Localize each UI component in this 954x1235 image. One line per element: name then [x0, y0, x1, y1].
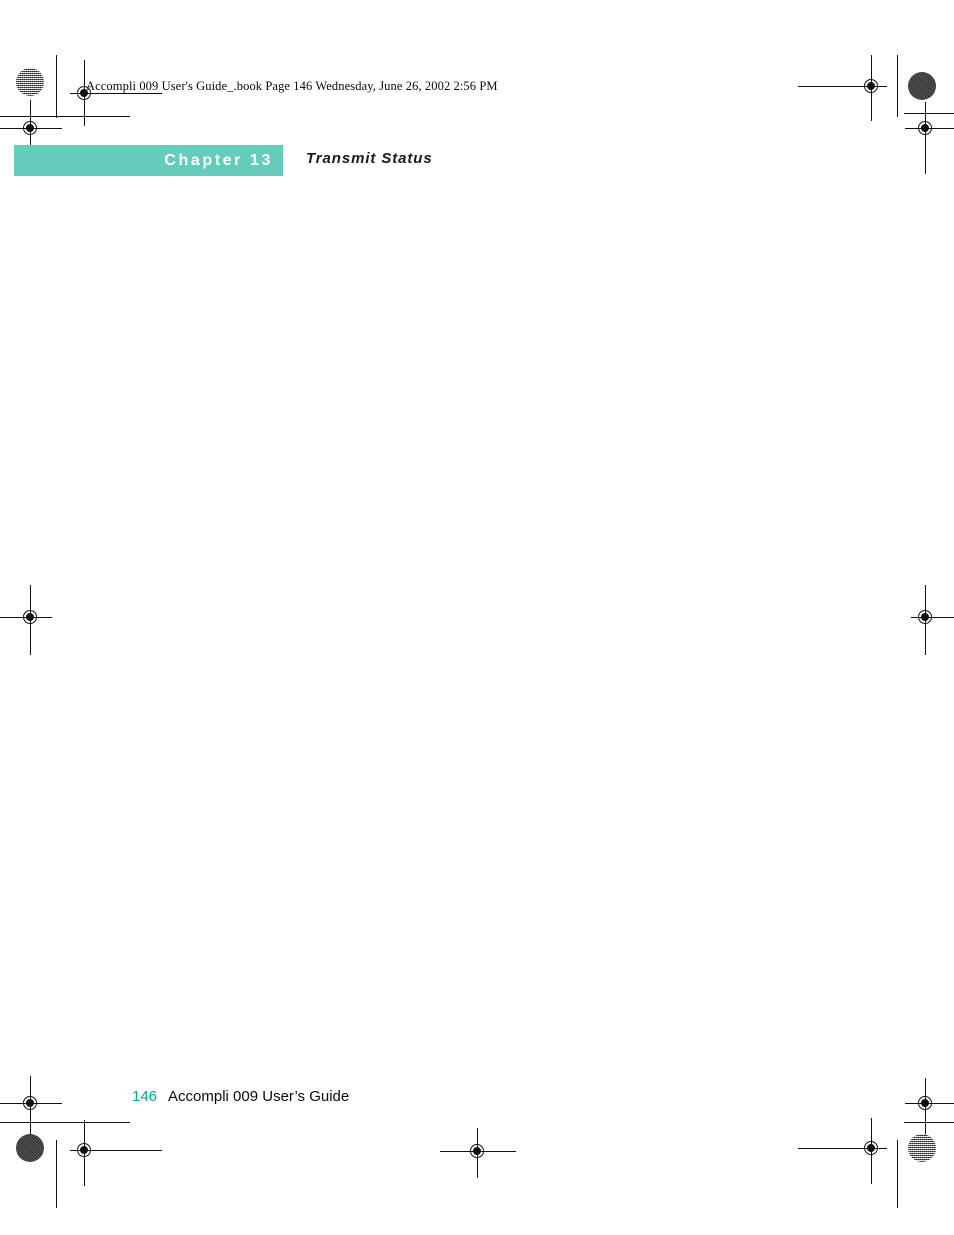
footer-guide-title: Accompli 009 User’s Guide [168, 1088, 350, 1105]
registration-ring-inner [921, 1099, 929, 1107]
registration-arm-vertical [30, 1076, 31, 1142]
registration-crosshair-horizontal [16, 1103, 46, 1104]
registration-mark-bottom-right [857, 1134, 887, 1164]
registration-ring-outer [77, 1143, 91, 1157]
registration-crosshair-vertical [477, 1137, 478, 1167]
registration-arm-vertical [30, 585, 31, 655]
page-footer: 146 Accompli 009 User’s Guide [132, 1088, 349, 1105]
printed-page: Accompli 009 User's Guide_.book Page 146… [0, 0, 954, 1235]
solid-dot-icon [16, 1134, 44, 1162]
registration-arm-horizontal [798, 1148, 884, 1149]
registration-mark-top-right-inner [911, 114, 941, 144]
registration-arm-vertical [84, 60, 85, 126]
registration-crosshair-vertical [871, 72, 872, 102]
registration-crosshair-horizontal [16, 128, 46, 129]
trim-line-top-left [0, 116, 130, 117]
registration-arm-vertical [84, 1120, 85, 1186]
trim-line-right-bottom [897, 1140, 898, 1208]
halftone-dot-icon [16, 68, 44, 96]
registration-arm-horizontal [0, 617, 52, 618]
registration-ring-outer [470, 1144, 484, 1158]
registration-arm-vertical [477, 1128, 478, 1178]
registration-ring-inner [921, 124, 929, 132]
registration-ring-outer [918, 1096, 932, 1110]
registration-mark-bottom-right-inner [911, 1089, 941, 1119]
registration-crosshair-vertical [925, 1089, 926, 1119]
registration-arm-horizontal [905, 1103, 954, 1104]
registration-ring-outer [23, 121, 37, 135]
book-header-line: Accompli 009 User's Guide_.book Page 146… [86, 79, 498, 93]
registration-crosshair-vertical [84, 79, 85, 109]
solid-dot-icon [908, 72, 936, 100]
chapter-label: Chapter 13 [164, 151, 273, 169]
registration-arm-horizontal [905, 128, 954, 129]
registration-ring-inner [867, 1144, 875, 1152]
registration-crosshair-horizontal [857, 1148, 887, 1149]
registration-mark-bottom-center [463, 1137, 493, 1167]
footer-page-number: 146 [132, 1088, 158, 1105]
chapter-banner: Chapter 13 [14, 145, 283, 176]
registration-mark-top-left-inner [16, 114, 46, 144]
registration-crosshair-vertical [30, 114, 31, 144]
trim-line-left-bottom [56, 1140, 57, 1208]
registration-ring-inner [26, 124, 34, 132]
registration-ring-outer [918, 610, 932, 624]
registration-arm-horizontal [76, 1150, 162, 1151]
halftone-dot-icon [908, 1134, 936, 1162]
registration-crosshair-horizontal [70, 1150, 100, 1151]
chapter-title: Transmit Status [306, 150, 433, 167]
registration-arm-horizontal [916, 617, 954, 618]
trim-line-right-top [897, 55, 898, 117]
registration-crosshair-horizontal [463, 1151, 493, 1152]
registration-ring-outer [864, 79, 878, 93]
registration-arm-horizontal [440, 1151, 516, 1152]
registration-arm-horizontal [0, 128, 62, 129]
registration-crosshair-vertical [84, 1136, 85, 1166]
trim-line-bottom-left [0, 1122, 130, 1123]
trim-line-bottom-right [904, 1122, 954, 1123]
registration-ring-inner [80, 1146, 88, 1154]
registration-crosshair-horizontal [911, 128, 941, 129]
registration-crosshair-vertical [925, 114, 926, 144]
registration-crosshair-vertical [30, 603, 31, 633]
registration-ring-inner [26, 613, 34, 621]
trim-line-left-top [56, 55, 57, 118]
registration-crosshair-vertical [30, 1089, 31, 1119]
registration-ring-inner [473, 1147, 481, 1155]
registration-crosshair-horizontal [911, 617, 941, 618]
registration-arm-vertical [871, 1118, 872, 1184]
page-body-content [132, 200, 832, 1060]
registration-mark-mid-right [911, 603, 941, 633]
registration-arm-vertical [925, 1078, 926, 1140]
trim-line-top-right [904, 113, 954, 114]
registration-crosshair-horizontal [857, 86, 887, 87]
registration-mark-mid-left [16, 603, 46, 633]
registration-ring-inner [867, 82, 875, 90]
registration-arm-horizontal [0, 1103, 62, 1104]
registration-mark-top-right [857, 72, 887, 102]
registration-ring-inner [26, 1099, 34, 1107]
registration-arm-vertical [925, 102, 926, 174]
registration-crosshair-horizontal [911, 1103, 941, 1104]
registration-mark-bottom-left-inner [16, 1089, 46, 1119]
registration-crosshair-vertical [925, 603, 926, 633]
trim-line-left-middle [30, 585, 31, 655]
registration-arm-vertical [871, 55, 872, 121]
registration-crosshair-vertical [871, 1134, 872, 1164]
registration-ring-outer [918, 121, 932, 135]
registration-mark-bottom-left [70, 1136, 100, 1166]
registration-arm-horizontal [798, 86, 884, 87]
registration-ring-outer [23, 610, 37, 624]
registration-ring-outer [23, 1096, 37, 1110]
registration-arm-vertical [925, 585, 926, 655]
registration-ring-inner [921, 613, 929, 621]
registration-ring-outer [864, 1141, 878, 1155]
registration-crosshair-horizontal [16, 617, 46, 618]
